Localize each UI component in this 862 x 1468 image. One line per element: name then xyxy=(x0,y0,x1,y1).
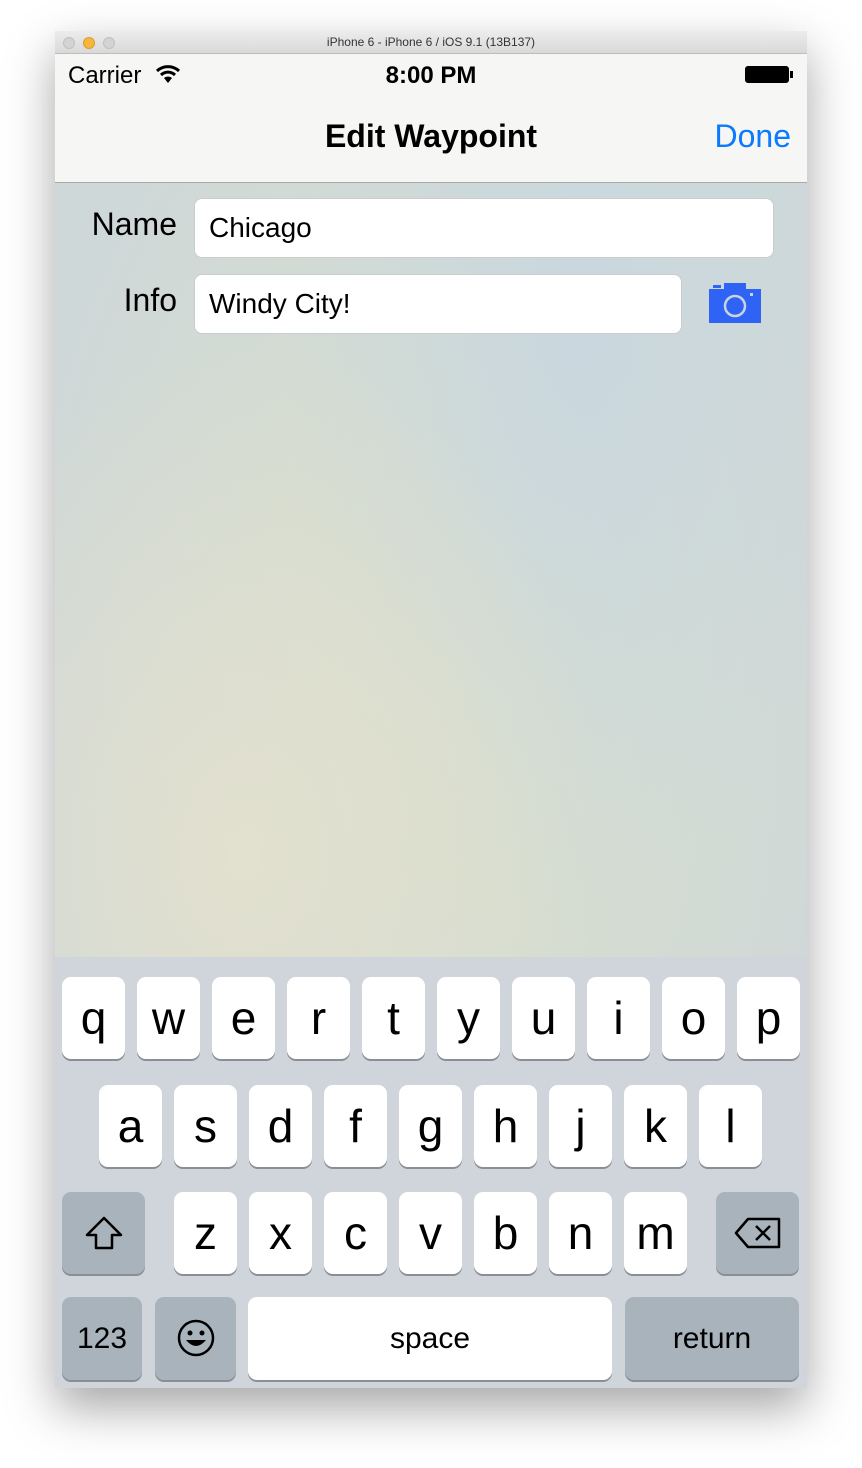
zoom-window-button[interactable] xyxy=(103,37,115,49)
return-key[interactable]: return xyxy=(625,1297,799,1380)
simulator-window: iPhone 6 - iPhone 6 / iOS 9.1 (13B137) C… xyxy=(55,31,807,1388)
key-f[interactable]: f xyxy=(324,1085,387,1167)
space-key[interactable]: space xyxy=(248,1297,612,1380)
key-t[interactable]: t xyxy=(362,977,425,1059)
key-a[interactable]: a xyxy=(99,1085,162,1167)
key-g[interactable]: g xyxy=(399,1085,462,1167)
minimize-window-button[interactable] xyxy=(83,37,95,49)
backspace-icon xyxy=(734,1217,780,1249)
key-y[interactable]: y xyxy=(437,977,500,1059)
key-h[interactable]: h xyxy=(474,1085,537,1167)
name-field[interactable]: Chicago xyxy=(194,198,774,258)
page-title: Edit Waypoint xyxy=(324,118,538,154)
emoji-key[interactable] xyxy=(155,1297,236,1380)
battery-icon xyxy=(745,66,789,83)
keyboard: q w e r t y u i o p a s d f g h j k l z x c v b n m 123 space return xyxy=(55,957,807,1388)
key-i[interactable]: i xyxy=(587,977,650,1059)
key-m[interactable]: m xyxy=(624,1192,687,1274)
name-label: Name xyxy=(91,206,177,242)
key-x[interactable]: x xyxy=(249,1192,312,1274)
key-l[interactable]: l xyxy=(699,1085,762,1167)
key-p[interactable]: p xyxy=(737,977,800,1059)
key-s[interactable]: s xyxy=(174,1085,237,1167)
key-v[interactable]: v xyxy=(399,1192,462,1274)
key-u[interactable]: u xyxy=(512,977,575,1059)
camera-icon[interactable] xyxy=(709,283,761,323)
window-titlebar: iPhone 6 - iPhone 6 / iOS 9.1 (13B137) xyxy=(55,31,807,54)
key-n[interactable]: n xyxy=(549,1192,612,1274)
key-z[interactable]: z xyxy=(174,1192,237,1274)
key-e[interactable]: e xyxy=(212,977,275,1059)
key-q[interactable]: q xyxy=(62,977,125,1059)
key-j[interactable]: j xyxy=(549,1085,612,1167)
key-c[interactable]: c xyxy=(324,1192,387,1274)
emoji-icon xyxy=(177,1319,214,1357)
key-r[interactable]: r xyxy=(287,977,350,1059)
shift-icon xyxy=(85,1216,122,1250)
phone-screen: Carrier 8:00 PM Edit Waypoint Done Name … xyxy=(55,54,807,1388)
delete-key[interactable] xyxy=(716,1192,799,1274)
key-o[interactable]: o xyxy=(662,977,725,1059)
battery-tip xyxy=(790,71,793,78)
key-d[interactable]: d xyxy=(249,1085,312,1167)
numbers-key[interactable]: 123 xyxy=(62,1297,142,1380)
window-title: iPhone 6 - iPhone 6 / iOS 9.1 (13B137) xyxy=(326,35,536,49)
info-label: Info xyxy=(123,282,177,318)
navigation-bar: Carrier 8:00 PM Edit Waypoint Done xyxy=(55,54,807,183)
key-b[interactable]: b xyxy=(474,1192,537,1274)
key-k[interactable]: k xyxy=(624,1085,687,1167)
info-field[interactable]: Windy City! xyxy=(194,274,682,334)
close-window-button[interactable] xyxy=(63,37,75,49)
done-button[interactable]: Done xyxy=(715,118,792,155)
shift-key[interactable] xyxy=(62,1192,145,1274)
clock: 8:00 PM xyxy=(385,62,477,89)
key-w[interactable]: w xyxy=(137,977,200,1059)
